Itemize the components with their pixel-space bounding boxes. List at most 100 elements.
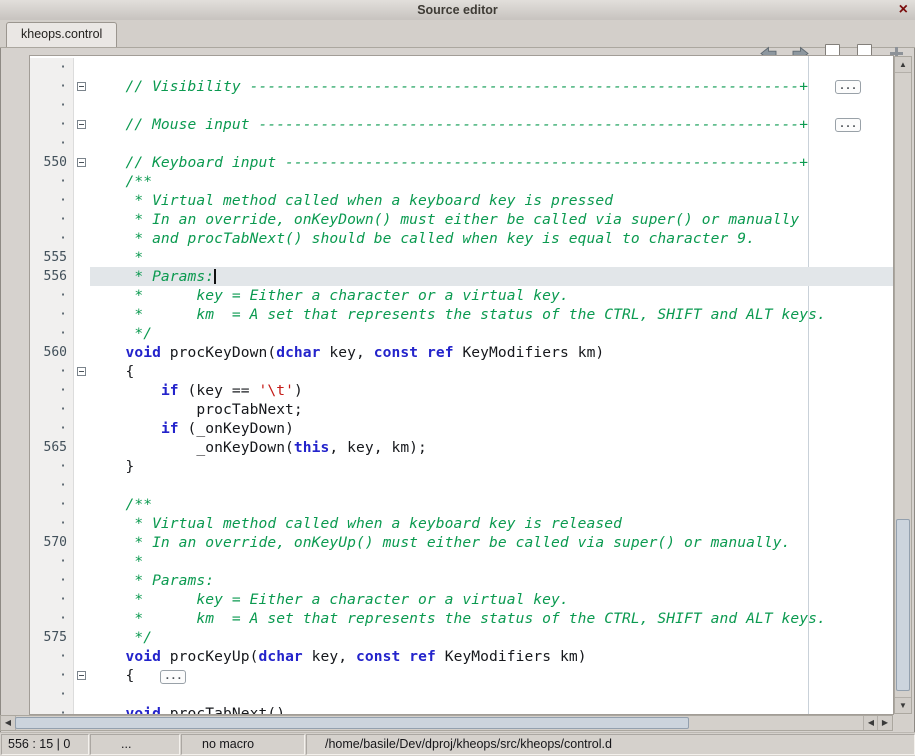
collapsed-fold-ellipsis[interactable]: ...: [835, 80, 861, 94]
code-text: // Mouse input -------------------------…: [90, 115, 893, 134]
line-number: ·: [30, 495, 74, 514]
line-number: 570: [30, 533, 74, 552]
code-editor[interactable]: ·· // Visibility -----------------------…: [30, 56, 893, 714]
fold-toggle-icon[interactable]: [77, 120, 86, 129]
editor-line[interactable]: ·: [30, 476, 893, 495]
collapsed-fold-ellipsis[interactable]: ...: [160, 670, 186, 684]
fold-margin: [74, 571, 90, 590]
fold-toggle-icon[interactable]: [77, 82, 86, 91]
editor-line[interactable]: 575 */: [30, 628, 893, 647]
code-text: * km = A set that represents the status …: [90, 609, 893, 628]
modified-indicator: ...: [90, 734, 180, 755]
editor-line[interactable]: · // Visibility ------------------------…: [30, 77, 893, 96]
editor-line[interactable]: · void procKeyUp(dchar key, const ref Ke…: [30, 647, 893, 666]
vertical-scroll-thumb[interactable]: [896, 519, 910, 691]
editor-line[interactable]: · * key = Either a character or a virtua…: [30, 286, 893, 305]
editor-line[interactable]: · }: [30, 457, 893, 476]
line-number: ·: [30, 96, 74, 115]
editor-line[interactable]: ·: [30, 96, 893, 115]
fold-margin: [74, 400, 90, 419]
vertical-scrollbar[interactable]: ▲ ▼: [894, 56, 912, 714]
scrollbar-corner: [894, 715, 912, 731]
editor-line[interactable]: 556 * Params:: [30, 267, 893, 286]
line-number: ·: [30, 457, 74, 476]
editor-line[interactable]: 565 _onKeyDown(this, key, km);: [30, 438, 893, 457]
fold-margin: [74, 514, 90, 533]
editor-line[interactable]: · * and procTabNext() should be called w…: [30, 229, 893, 248]
fold-margin: [74, 248, 90, 267]
line-number: ·: [30, 666, 74, 685]
code-text: {...: [90, 666, 893, 685]
fold-margin: [74, 704, 90, 714]
editor-line[interactable]: 550 // Keyboard input ------------------…: [30, 153, 893, 172]
editor-line[interactable]: 560 void procKeyDown(dchar key, const re…: [30, 343, 893, 362]
code-text: {: [90, 362, 893, 381]
editor-line[interactable]: · if (key == '\t'): [30, 381, 893, 400]
line-number: ·: [30, 590, 74, 609]
line-number: ·: [30, 381, 74, 400]
editor-line[interactable]: · procTabNext;: [30, 400, 893, 419]
code-text: * km = A set that represents the status …: [90, 305, 893, 324]
line-number: ·: [30, 476, 74, 495]
editor-line[interactable]: · * km = A set that represents the statu…: [30, 305, 893, 324]
editor-line[interactable]: · /**: [30, 495, 893, 514]
editor-line[interactable]: · * km = A set that represents the statu…: [30, 609, 893, 628]
line-number: ·: [30, 704, 74, 714]
editor-line[interactable]: ·: [30, 685, 893, 704]
editor-line[interactable]: · /**: [30, 172, 893, 191]
code-text: void procKeyDown(dchar key, const ref Ke…: [90, 343, 893, 362]
editor-line[interactable]: · * Virtual method called when a keyboar…: [30, 514, 893, 533]
editor-line[interactable]: · if (_onKeyDown): [30, 419, 893, 438]
editor-line[interactable]: · {: [30, 362, 893, 381]
editor-line[interactable]: · */: [30, 324, 893, 343]
tab-kheops-control[interactable]: kheops.control: [6, 22, 117, 47]
collapsed-fold-ellipsis[interactable]: ...: [835, 118, 861, 132]
fold-margin: [74, 267, 90, 286]
editor-line[interactable]: · * Params:: [30, 571, 893, 590]
code-text: if (_onKeyDown): [90, 419, 893, 438]
line-number: ·: [30, 229, 74, 248]
scroll-left-button-2[interactable]: ◀: [863, 716, 878, 730]
fold-toggle-icon[interactable]: [77, 367, 86, 376]
scroll-down-button[interactable]: ▼: [895, 697, 911, 713]
fold-toggle-icon[interactable]: [77, 671, 86, 680]
fold-margin: [74, 153, 90, 172]
line-number: ·: [30, 647, 74, 666]
line-number: ·: [30, 514, 74, 533]
horizontal-scroll-thumb[interactable]: [15, 717, 689, 729]
horizontal-scrollbar[interactable]: ◀ ◀ ▶: [0, 715, 893, 731]
editor-line[interactable]: · {...: [30, 666, 893, 685]
editor-line[interactable]: · void procTabNext(): [30, 704, 893, 714]
fold-margin: [74, 286, 90, 305]
line-number: ·: [30, 134, 74, 153]
fold-margin: [74, 115, 90, 134]
editor-line[interactable]: ·: [30, 134, 893, 153]
code-text: *: [90, 552, 893, 571]
line-number: 560: [30, 343, 74, 362]
fold-margin: [74, 229, 90, 248]
line-number: 555: [30, 248, 74, 267]
fold-margin: [74, 96, 90, 115]
editor-line[interactable]: ·: [30, 58, 893, 77]
code-text: * Params:: [90, 267, 893, 286]
editor-line[interactable]: 570 * In an override, onKeyUp() must eit…: [30, 533, 893, 552]
fold-margin: [74, 343, 90, 362]
code-text: _onKeyDown(this, key, km);: [90, 438, 893, 457]
editor-line[interactable]: · // Mouse input -----------------------…: [30, 115, 893, 134]
fold-toggle-icon[interactable]: [77, 158, 86, 167]
scroll-up-button[interactable]: ▲: [895, 57, 911, 73]
window-close-button[interactable]: ×: [899, 0, 908, 20]
code-text: }: [90, 457, 893, 476]
line-number: ·: [30, 172, 74, 191]
status-bar: 556 : 15 | 0 ... no macro /home/basile/D…: [0, 732, 915, 756]
fold-margin: [74, 628, 90, 647]
editor-line[interactable]: · *: [30, 552, 893, 571]
scroll-left-button[interactable]: ◀: [1, 716, 16, 730]
editor-line[interactable]: · * key = Either a character or a virtua…: [30, 590, 893, 609]
editor-line[interactable]: · * In an override, onKeyDown() must eit…: [30, 210, 893, 229]
code-text: *: [90, 248, 893, 267]
scroll-right-button[interactable]: ▶: [877, 716, 892, 730]
editor-line[interactable]: 555 *: [30, 248, 893, 267]
line-number: ·: [30, 77, 74, 96]
editor-line[interactable]: · * Virtual method called when a keyboar…: [30, 191, 893, 210]
